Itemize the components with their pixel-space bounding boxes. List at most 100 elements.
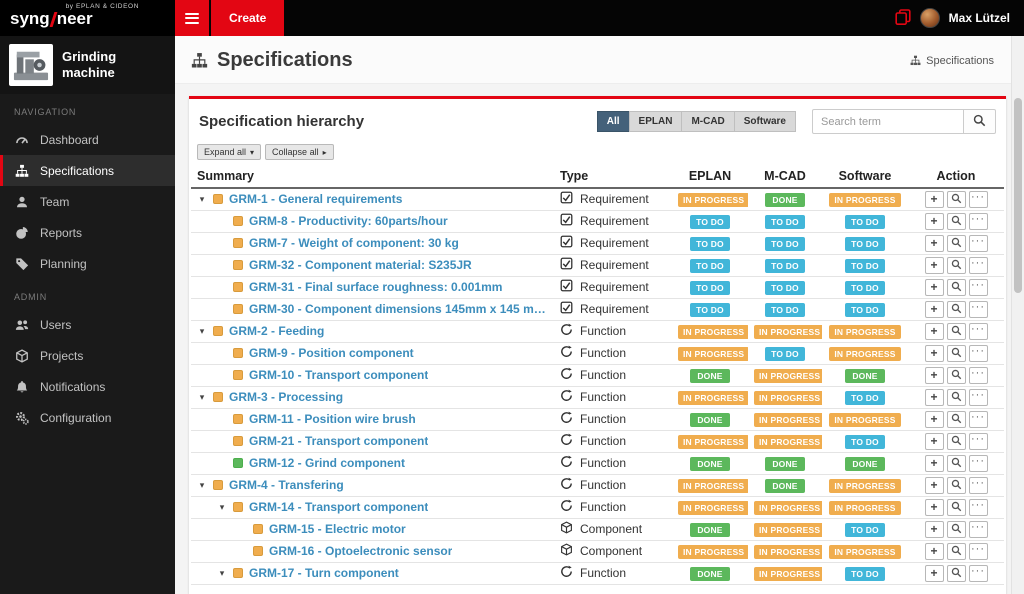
view-button[interactable] [946, 564, 966, 582]
more-actions-button[interactable]: ··· [968, 520, 988, 538]
view-button[interactable] [946, 454, 966, 472]
view-button[interactable] [946, 432, 966, 450]
add-child-button[interactable]: + [924, 542, 944, 560]
spec-link[interactable]: GRM-14 - Transport component [249, 500, 428, 514]
more-actions-button[interactable]: ··· [968, 256, 988, 274]
filter-button-eplan[interactable]: EPLAN [628, 111, 683, 132]
add-child-button[interactable]: + [924, 278, 944, 296]
more-actions-button[interactable]: ··· [968, 454, 988, 472]
sidebar-item-team[interactable]: Team [0, 186, 175, 217]
spec-link[interactable]: GRM-10 - Transport component [249, 368, 428, 382]
breadcrumb[interactable]: Specifications [910, 55, 994, 67]
search-input[interactable] [812, 109, 964, 134]
clone-project-button[interactable] [895, 8, 911, 28]
view-button[interactable] [946, 388, 966, 406]
more-actions-button[interactable]: ··· [968, 476, 988, 494]
row-collapse-caret-icon[interactable]: ▾ [197, 392, 207, 403]
spec-link[interactable]: GRM-32 - Component material: S235JR [249, 258, 472, 272]
view-button[interactable] [946, 410, 966, 428]
view-button[interactable] [946, 542, 966, 560]
spec-link[interactable]: GRM-4 - Transfering [229, 478, 344, 492]
sidebar-item-users[interactable]: Users [0, 309, 175, 340]
add-child-button[interactable]: + [924, 498, 944, 516]
user-avatar[interactable] [919, 8, 940, 28]
view-button[interactable] [946, 322, 966, 340]
row-collapse-caret-icon[interactable]: ▾ [197, 326, 207, 337]
sidebar-item-configuration[interactable]: Configuration [0, 402, 175, 433]
filter-button-software[interactable]: Software [733, 111, 796, 132]
view-button[interactable] [946, 234, 966, 252]
view-button[interactable] [946, 300, 966, 318]
scrollbar-thumb[interactable] [1014, 98, 1022, 293]
user-name[interactable]: Max Lützel [949, 11, 1010, 25]
add-child-button[interactable]: + [924, 410, 944, 428]
more-actions-button[interactable]: ··· [968, 498, 988, 516]
add-child-button[interactable]: + [924, 520, 944, 538]
expand-all-button[interactable]: Expand all [197, 144, 262, 160]
spec-link[interactable]: GRM-31 - Final surface roughness: 0.001m… [249, 280, 502, 294]
more-actions-button[interactable]: ··· [968, 190, 988, 208]
spec-link[interactable]: GRM-1 - General requirements [229, 192, 402, 206]
view-button[interactable] [946, 256, 966, 274]
sidebar-item-reports[interactable]: Reports [0, 217, 175, 248]
sidebar-item-specifications[interactable]: Specifications [0, 155, 175, 186]
spec-link[interactable]: GRM-30 - Component dimensions 145mm x 14… [249, 302, 548, 316]
view-button[interactable] [946, 190, 966, 208]
sidebar-item-planning[interactable]: Planning [0, 248, 175, 279]
spec-link[interactable]: GRM-9 - Position component [249, 346, 414, 360]
search-button[interactable] [964, 109, 996, 134]
view-button[interactable] [946, 476, 966, 494]
add-child-button[interactable]: + [924, 454, 944, 472]
view-button[interactable] [946, 212, 966, 230]
view-button[interactable] [946, 366, 966, 384]
spec-link[interactable]: GRM-11 - Position wire brush [249, 412, 416, 426]
spec-link[interactable]: GRM-21 - Transport component [249, 434, 428, 448]
spec-link[interactable]: GRM-8 - Productivity: 60parts/hour [249, 214, 448, 228]
filter-button-m-cad[interactable]: M-CAD [681, 111, 735, 132]
spec-link[interactable]: GRM-12 - Grind component [249, 456, 405, 470]
add-child-button[interactable]: + [924, 366, 944, 384]
row-collapse-caret-icon[interactable]: ▾ [197, 480, 207, 491]
sidebar-item-dashboard[interactable]: Dashboard [0, 124, 175, 155]
view-button[interactable] [946, 344, 966, 362]
add-child-button[interactable]: + [924, 388, 944, 406]
brand-logo[interactable]: by EPLAN & CIDEON syng neer [0, 0, 175, 36]
add-child-button[interactable]: + [924, 190, 944, 208]
spec-link[interactable]: GRM-7 - Weight of component: 30 kg [249, 236, 459, 250]
add-child-button[interactable]: + [924, 476, 944, 494]
more-actions-button[interactable]: ··· [968, 542, 988, 560]
filter-button-all[interactable]: All [596, 111, 630, 132]
row-collapse-caret-icon[interactable]: ▾ [197, 194, 207, 205]
spec-link[interactable]: GRM-2 - Feeding [229, 324, 324, 338]
add-child-button[interactable]: + [924, 344, 944, 362]
sidebar-item-notifications[interactable]: Notifications [0, 371, 175, 402]
project-switcher[interactable]: Grinding machine [0, 36, 175, 94]
add-child-button[interactable]: + [924, 234, 944, 252]
more-actions-button[interactable]: ··· [968, 322, 988, 340]
more-actions-button[interactable]: ··· [968, 344, 988, 362]
sidebar-toggle-button[interactable] [175, 0, 209, 36]
more-actions-button[interactable]: ··· [968, 234, 988, 252]
more-actions-button[interactable]: ··· [968, 564, 988, 582]
more-actions-button[interactable]: ··· [968, 366, 988, 384]
view-button[interactable] [946, 520, 966, 538]
spec-link[interactable]: GRM-15 - Electric motor [269, 522, 406, 536]
add-child-button[interactable]: + [924, 212, 944, 230]
more-actions-button[interactable]: ··· [968, 278, 988, 296]
view-button[interactable] [946, 278, 966, 296]
collapse-all-button[interactable]: Collapse all [265, 144, 334, 160]
more-actions-button[interactable]: ··· [968, 300, 988, 318]
create-button[interactable]: Create [211, 0, 285, 36]
spec-link[interactable]: GRM-3 - Processing [229, 390, 343, 404]
more-actions-button[interactable]: ··· [968, 388, 988, 406]
more-actions-button[interactable]: ··· [968, 432, 988, 450]
add-child-button[interactable]: + [924, 564, 944, 582]
spec-link[interactable]: GRM-16 - Optoelectronic sensor [269, 544, 452, 558]
add-child-button[interactable]: + [924, 322, 944, 340]
spec-link[interactable]: GRM-17 - Turn component [249, 566, 399, 580]
sidebar-item-projects[interactable]: Projects [0, 340, 175, 371]
view-button[interactable] [946, 498, 966, 516]
add-child-button[interactable]: + [924, 300, 944, 318]
add-child-button[interactable]: + [924, 432, 944, 450]
add-child-button[interactable]: + [924, 256, 944, 274]
